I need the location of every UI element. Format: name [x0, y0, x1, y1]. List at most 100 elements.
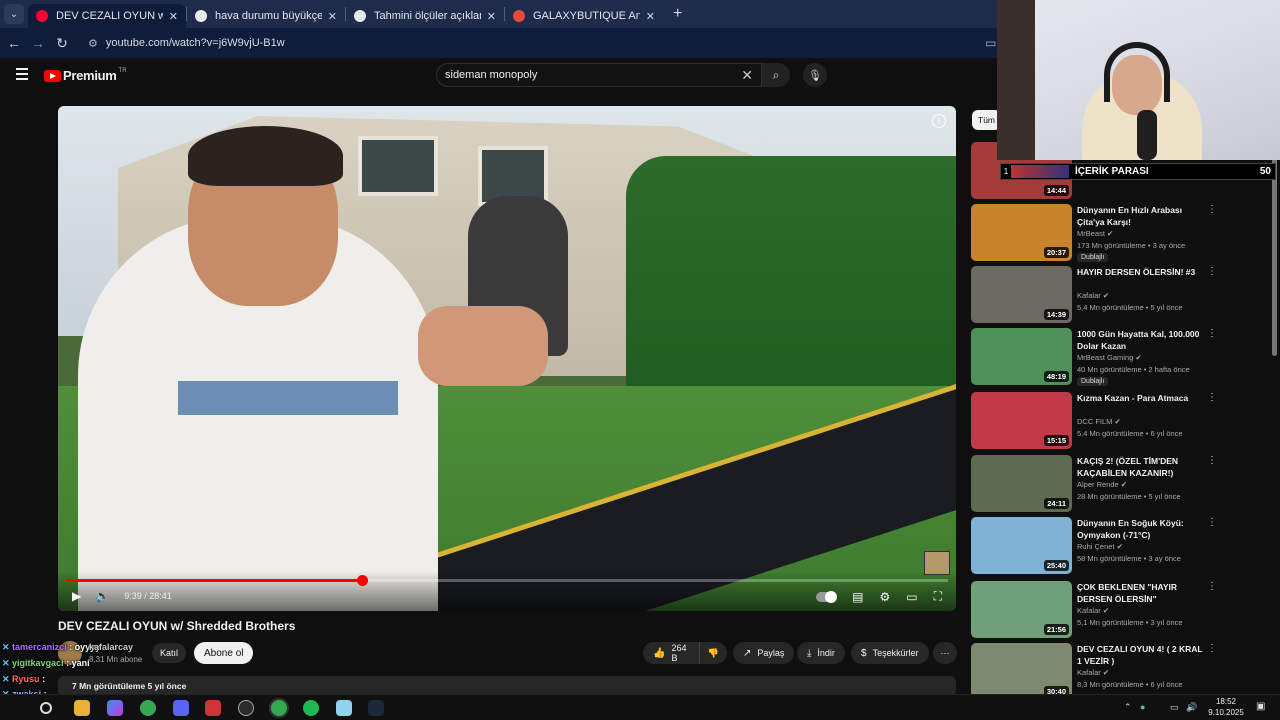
close-tab-icon[interactable]: ✕ — [328, 10, 337, 23]
video-thumbnail[interactable]: 14:39 — [971, 266, 1072, 323]
more-options-icon[interactable]: ⋮ — [1207, 266, 1217, 277]
video-thumbnail[interactable]: 25:40 — [971, 517, 1072, 574]
related-title[interactable]: HAYIR DERSEN ÖLERSİN! #3 — [1077, 266, 1207, 278]
video-duration: 20:37 — [1043, 247, 1069, 258]
more-options-icon[interactable]: ⋮ — [1207, 455, 1217, 466]
related-video-item[interactable]: 20:37 Dünyanın En Hızlı Arabası Çita'ya … — [971, 204, 1227, 264]
close-tab-icon[interactable]: ✕ — [487, 10, 496, 23]
related-title[interactable]: Dünyanın En Hızlı Arabası Çita'ya Karşı! — [1077, 204, 1207, 228]
more-options-icon[interactable]: ⋮ — [1207, 204, 1217, 215]
related-video-item[interactable]: 30:40 DEV CEZALI OYUN 4! ( 2 KRAL 1 VEZİ… — [971, 643, 1227, 694]
related-channel[interactable]: Kafalar ✔ — [1077, 668, 1109, 677]
related-title[interactable]: ÇOK BEKLENEN "HAYIR DERSEN ÖLERSİN" — [1077, 581, 1207, 605]
search-input[interactable]: sideman monopoly ✕ — [436, 63, 762, 87]
share-button[interactable]: ↗ Paylaş — [733, 642, 795, 664]
file-explorer-icon[interactable] — [74, 700, 90, 716]
related-channel[interactable]: Kafalar ✔ — [1077, 291, 1109, 300]
browser-tab[interactable]: GALAXYBUTIQUE Anime Maid ✕ — [505, 4, 663, 28]
clock[interactable]: 18:52 9.10.2025 — [1196, 696, 1256, 718]
related-title[interactable]: Kızma Kazan - Para Atmaca — [1077, 392, 1207, 404]
more-actions-icon[interactable]: ⋯ — [933, 642, 957, 664]
related-channel[interactable]: MrBeast Gaming ✔ — [1077, 353, 1142, 362]
browser-tab[interactable]: hava durumu büyükçekmece - ✕ — [187, 4, 345, 28]
more-options-icon[interactable]: ⋮ — [1207, 517, 1217, 528]
theater-mode-icon[interactable]: ▭ — [906, 590, 917, 604]
video-thumbnail[interactable]: 24:11 — [971, 455, 1072, 512]
cast-icon[interactable]: ▭ — [985, 36, 996, 50]
back-icon[interactable]: ← — [2, 35, 26, 51]
join-button[interactable]: Katıl — [152, 643, 187, 663]
spotify-icon[interactable] — [303, 700, 319, 716]
related-video-item[interactable]: 14:39 HAYIR DERSEN ÖLERSİN! #3 Kafalar ✔… — [971, 266, 1227, 326]
related-video-item[interactable]: 48:19 1000 Gün Hayatta Kal, 100.000 Dola… — [971, 328, 1227, 388]
new-tab-icon[interactable]: + — [673, 5, 682, 23]
notepad-icon[interactable] — [336, 700, 352, 716]
tray-app-icon[interactable]: ● — [1140, 702, 1145, 712]
close-tab-icon[interactable]: ✕ — [169, 10, 178, 23]
like-button[interactable]: 👍 264 B — [643, 642, 699, 664]
related-video-item[interactable]: 15:15 Kızma Kazan - Para Atmaca DCC FILM… — [971, 392, 1227, 452]
subscribe-button[interactable]: Abone ol — [194, 642, 254, 664]
volume-icon[interactable]: 🔈 — [95, 589, 110, 603]
reload-icon[interactable]: ↻ — [50, 35, 74, 52]
related-title[interactable]: 1000 Gün Hayatta Kal, 100.000 Dolar Kaza… — [1077, 328, 1207, 352]
video-thumbnail[interactable]: 21:56 — [971, 581, 1072, 638]
related-channel[interactable]: Alper Rende ✔ — [1077, 480, 1127, 489]
notifications-icon[interactable]: ▣ — [1256, 701, 1265, 712]
info-icon[interactable]: i — [932, 114, 946, 128]
fullscreen-icon[interactable]: ⛶ — [934, 589, 942, 604]
chrome-active-icon[interactable] — [271, 700, 287, 716]
settings-icon[interactable]: ⚙ — [879, 590, 890, 604]
address-bar[interactable]: ⚙ youtube.com/watch?v=j6W9vjU-B1w — [82, 31, 977, 55]
browser-tab[interactable]: Tahmini ölçüler açıklamast ✕ — [346, 4, 504, 28]
related-channel[interactable]: MrBeast ✔ — [1077, 229, 1113, 238]
app-x-icon[interactable] — [205, 700, 221, 716]
related-channel[interactable]: DCC FILM ✔ — [1077, 417, 1121, 426]
channel-name: Kafalar — [1077, 668, 1101, 677]
mic-icon[interactable]: 🎙 — [803, 63, 827, 87]
more-options-icon[interactable]: ⋮ — [1207, 581, 1217, 592]
related-channel[interactable]: Kafalar ✔ — [1077, 606, 1109, 615]
browser-tab[interactable]: DEV CEZALI OYUN w/ Shredded ✕ — [28, 4, 186, 28]
subtitles-icon[interactable]: ▤ — [852, 590, 863, 604]
related-video-item[interactable]: 24:11 KAÇIŞ 2! (ÖZEL TİM'DEN KAÇABİLEN K… — [971, 455, 1227, 515]
site-info-icon[interactable]: ⚙ — [88, 37, 98, 50]
tray-overflow-icon[interactable]: ⌃ — [1124, 702, 1132, 713]
related-video-item[interactable]: 21:56 ÇOK BEKLENEN "HAYIR DERSEN ÖLERSİN… — [971, 581, 1227, 641]
thanks-button[interactable]: $ Teşekkürler — [851, 642, 929, 664]
more-options-icon[interactable]: ⋮ — [1207, 392, 1217, 403]
video-thumbnail[interactable]: 48:19 — [971, 328, 1072, 385]
related-title[interactable]: Dünyanın En Soğuk Köyü: Oymyakon (-71°C) — [1077, 517, 1207, 541]
related-video-item[interactable]: 25:40 Dünyanın En Soğuk Köyü: Oymyakon (… — [971, 517, 1227, 577]
download-button[interactable]: ⤓ İndir — [797, 642, 845, 664]
play-icon[interactable]: ▶ — [72, 589, 81, 603]
close-tab-icon[interactable]: ✕ — [646, 10, 655, 23]
search-icon[interactable]: ⌕ — [762, 63, 790, 87]
search-taskbar-icon[interactable] — [40, 702, 52, 714]
tab-search-icon[interactable]: ⌄ — [4, 4, 24, 24]
forward-icon[interactable]: → — [26, 35, 50, 51]
related-title[interactable]: KAÇIŞ 2! (ÖZEL TİM'DEN KAÇABİLEN KAZANIR… — [1077, 455, 1207, 479]
steam-icon[interactable] — [368, 700, 384, 716]
related-title[interactable]: DEV CEZALI OYUN 4! ( 2 KRAL 1 VEZİR ) — [1077, 643, 1207, 667]
menu-icon[interactable] — [16, 68, 28, 83]
more-options-icon[interactable]: ⋮ — [1207, 328, 1217, 339]
clear-search-icon[interactable]: ✕ — [741, 67, 753, 84]
youtube-logo[interactable]: Premium TR — [44, 68, 127, 83]
autoplay-toggle[interactable] — [816, 590, 838, 603]
copilot-icon[interactable] — [107, 700, 123, 716]
progress-bar[interactable] — [66, 575, 948, 586]
obs-icon[interactable] — [238, 700, 254, 716]
video-thumbnail[interactable]: 20:37 — [971, 204, 1072, 261]
dislike-button[interactable]: 👎 — [699, 642, 727, 664]
video-thumbnail[interactable]: 30:40 — [971, 643, 1072, 694]
video-thumbnail[interactable]: 15:15 — [971, 392, 1072, 449]
video-player[interactable]: i ▶ 🔈 9:39 / 28:41 ▤ ⚙ ▭ ⛶ — [58, 106, 956, 611]
related-channel[interactable]: Ruhi Çenet ✔ — [1077, 542, 1123, 551]
network-icon[interactable]: ▭ — [1170, 702, 1179, 713]
chat-text: yani — [71, 658, 90, 668]
chrome-icon[interactable] — [140, 700, 156, 716]
discord-icon[interactable] — [173, 700, 189, 716]
description-box[interactable] — [58, 676, 956, 696]
more-options-icon[interactable]: ⋮ — [1207, 643, 1217, 654]
